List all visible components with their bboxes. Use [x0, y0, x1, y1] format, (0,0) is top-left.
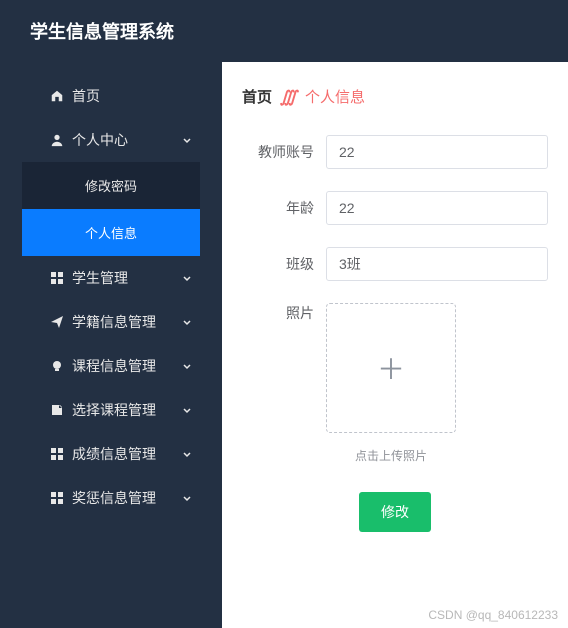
sidebar-sub-personal-info[interactable]: 个人信息	[22, 209, 200, 256]
home-icon	[50, 89, 64, 103]
plus-icon: ＋	[377, 348, 405, 388]
form-row-account: 教师账号	[242, 135, 548, 169]
chevron-down-icon	[182, 405, 192, 415]
send-icon	[50, 315, 64, 329]
sidebar-item-grade[interactable]: 成绩信息管理	[0, 432, 222, 476]
app-title: 学生信息管理系统	[30, 22, 174, 42]
form-row-age: 年龄	[242, 191, 548, 225]
teacher-account-input[interactable]	[326, 135, 548, 169]
chevron-down-icon	[182, 493, 192, 503]
chevron-down-icon	[182, 135, 192, 145]
sidebar-item-student[interactable]: 学生管理	[0, 256, 222, 300]
form-label-age: 年龄	[242, 198, 314, 218]
form-label-class: 班级	[242, 254, 314, 274]
form-label-account: 教师账号	[242, 142, 314, 162]
submit-button[interactable]: 修改	[359, 492, 431, 532]
main-content: 首页 ∭ 个人信息 教师账号 年龄 班级 照片 ＋	[222, 62, 568, 628]
sidebar: 首页 个人中心 修改密码 个人信息 学生管理	[0, 62, 222, 628]
sidebar-item-label: 学生管理	[72, 268, 128, 288]
sidebar-item-label: 课程信息管理	[72, 356, 156, 376]
age-input[interactable]	[326, 191, 548, 225]
form-row-class: 班级	[242, 247, 548, 281]
bulb-icon	[50, 359, 64, 373]
sidebar-item-profile[interactable]: 个人中心	[0, 118, 222, 162]
breadcrumb-separator: ∭	[280, 87, 297, 107]
class-input[interactable]	[326, 247, 548, 281]
form-label-photo: 照片	[242, 303, 314, 323]
sidebar-item-label: 学籍信息管理	[72, 312, 156, 332]
breadcrumb: 首页 ∭ 个人信息	[242, 86, 548, 107]
app-header: 学生信息管理系统	[0, 0, 568, 62]
sidebar-sub-change-password[interactable]: 修改密码	[22, 162, 200, 209]
book-icon	[50, 403, 64, 417]
sidebar-item-label: 成绩信息管理	[72, 444, 156, 464]
sidebar-item-label: 奖惩信息管理	[72, 488, 156, 508]
sidebar-item-course[interactable]: 课程信息管理	[0, 344, 222, 388]
sub-item-label: 修改密码	[85, 179, 137, 194]
sidebar-item-label: 首页	[72, 86, 100, 106]
chevron-down-icon	[182, 317, 192, 327]
breadcrumb-current: 个人信息	[305, 86, 365, 107]
grid-icon	[50, 447, 64, 461]
sidebar-item-reward[interactable]: 奖惩信息管理	[0, 476, 222, 520]
sidebar-item-select-course[interactable]: 选择课程管理	[0, 388, 222, 432]
watermark: CSDN @qq_840612233	[428, 608, 558, 622]
sub-item-label: 个人信息	[85, 226, 137, 241]
grid-icon	[50, 491, 64, 505]
chevron-down-icon	[182, 361, 192, 371]
sidebar-item-enrollment[interactable]: 学籍信息管理	[0, 300, 222, 344]
chevron-down-icon	[182, 449, 192, 459]
sidebar-item-label: 选择课程管理	[72, 400, 156, 420]
button-row: 修改	[242, 492, 548, 532]
form-row-photo: 照片 ＋ 点击上传照片	[242, 303, 548, 464]
grid-icon	[50, 271, 64, 285]
person-icon	[50, 133, 64, 147]
upload-wrap: ＋ 点击上传照片	[326, 303, 456, 464]
upload-tip: 点击上传照片	[355, 447, 427, 464]
chevron-down-icon	[182, 273, 192, 283]
sidebar-item-home[interactable]: 首页	[0, 74, 222, 118]
photo-upload-area[interactable]: ＋	[326, 303, 456, 433]
breadcrumb-home[interactable]: 首页	[242, 86, 272, 107]
sidebar-item-label: 个人中心	[72, 130, 128, 150]
